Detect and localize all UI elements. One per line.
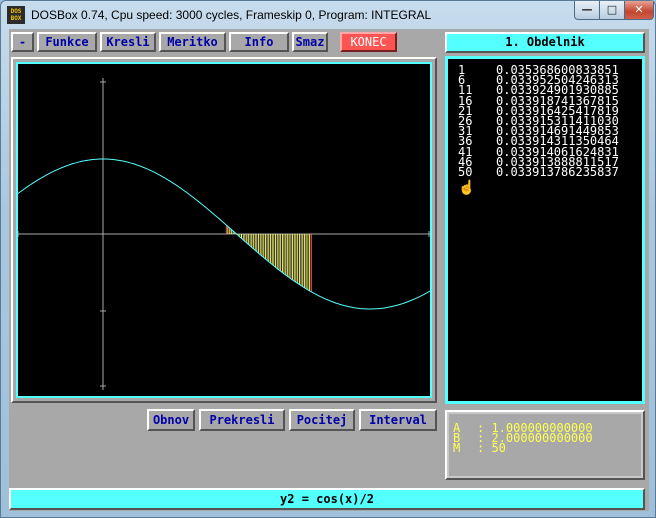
hand-cursor-icon: ☝ <box>458 179 476 196</box>
function-status-bar: y2 = cos(x)/2 <box>9 488 645 510</box>
pocitej-button[interactable]: Pocitej <box>289 409 355 431</box>
menu-kresli-button[interactable]: Kresli <box>100 32 156 52</box>
result-index: 50 <box>458 164 473 179</box>
parameters-panel: A: 1.000000000000 B: 2.000000000000 M: 5… <box>445 410 645 480</box>
menu-meritko-button[interactable]: Meritko <box>159 32 226 52</box>
method-title: 1. Obdelnik <box>445 32 645 53</box>
obnov-button[interactable]: Obnov <box>147 409 195 431</box>
parameters-list: A: 1.000000000000 B: 2.000000000000 M: 5… <box>449 414 641 476</box>
results-panel: 1 0.035368600833851 6 0.033952504246313 11 0.… <box>445 56 645 404</box>
graph-panel <box>11 57 437 403</box>
menu-smaz-button[interactable]: Smaz <box>292 32 328 52</box>
prekresli-button[interactable]: Prekresli <box>199 409 285 431</box>
window-titlebar[interactable]: DOS BOX DOSBox 0.74, Cpu speed: 3000 cyc… <box>1 1 656 29</box>
results-list[interactable]: 1 0.035368600833851 6 0.033952504246313 11 0.… <box>448 59 642 401</box>
dos-screen: - Funkce Kresli Meritko Info Smaz KONEC … <box>9 29 649 511</box>
window-title: DOSBox 0.74, Cpu speed: 3000 cycles, Fra… <box>31 8 432 22</box>
result-value: 0.033913786235837 <box>496 164 619 179</box>
maximize-button[interactable]: □ <box>599 1 625 20</box>
integration-strips <box>225 225 312 292</box>
close-button[interactable]: ✕ <box>624 1 654 20</box>
graph-border <box>16 62 432 398</box>
result-row: 50 0.033913786235837 <box>458 164 642 179</box>
dosbox-app-icon[interactable]: DOS BOX <box>7 6 25 24</box>
minimize-button[interactable]: — <box>574 1 600 20</box>
dosbox-window: DOS BOX DOSBox 0.74, Cpu speed: 3000 cyc… <box>0 0 656 518</box>
function-graph[interactable] <box>18 64 430 396</box>
menu-info-button[interactable]: Info <box>229 32 289 52</box>
menu-funkce-button[interactable]: Funkce <box>37 32 97 52</box>
menu-dash-button[interactable]: - <box>11 32 34 52</box>
interval-button[interactable]: Interval <box>359 409 437 431</box>
exit-button[interactable]: KONEC <box>340 32 397 52</box>
